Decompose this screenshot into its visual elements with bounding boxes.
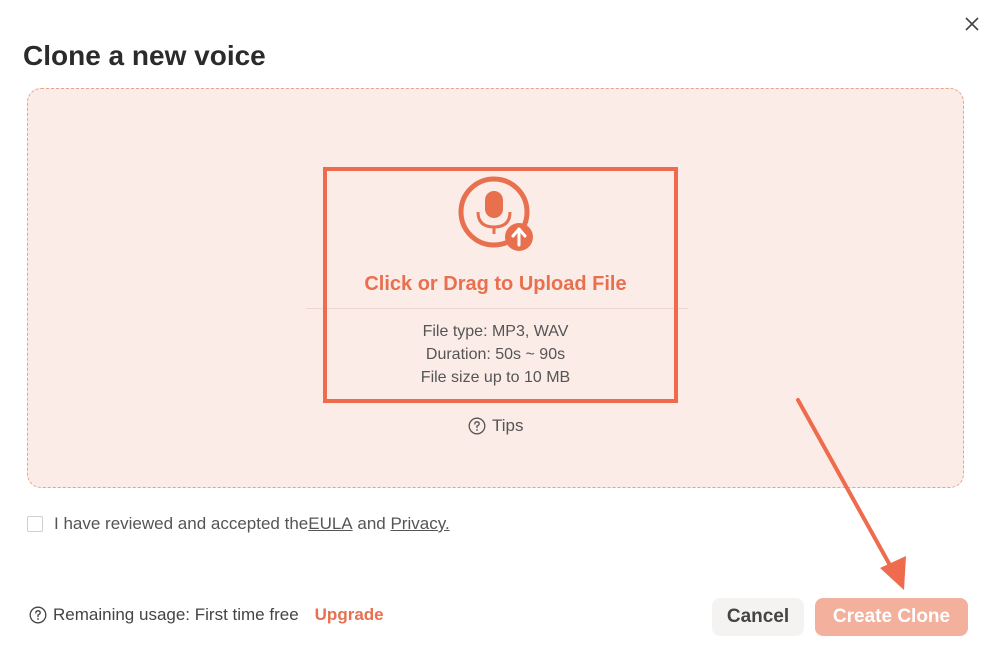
agreement-checkbox[interactable]: [27, 516, 43, 532]
agreement-row: I have reviewed and accepted the EULA an…: [27, 514, 450, 534]
annotation-highlight-box: [323, 167, 678, 403]
clone-voice-dialog: Clone a new voice Click or Drag to Uploa…: [0, 0, 998, 660]
dialog-title: Clone a new voice: [23, 40, 266, 71]
create-clone-button[interactable]: Create Clone: [815, 598, 968, 636]
remaining-usage-text: Remaining usage: First time free: [53, 605, 299, 624]
eula-link[interactable]: EULA: [308, 514, 352, 534]
close-icon: [965, 17, 979, 31]
upload-dropzone[interactable]: Click or Drag to Upload File File type: …: [27, 88, 964, 488]
usage-row: Remaining usage: First time free Upgrade: [29, 605, 384, 625]
upgrade-link[interactable]: Upgrade: [315, 605, 384, 625]
close-button[interactable]: [958, 10, 986, 38]
agreement-text: I have reviewed and accepted the: [54, 514, 309, 533]
tips-label: Tips: [492, 416, 524, 435]
cancel-button[interactable]: Cancel: [712, 598, 804, 636]
privacy-link[interactable]: Privacy.: [390, 514, 449, 534]
agreement-and: and: [352, 514, 391, 533]
question-circle-icon: [29, 606, 47, 624]
question-circle-icon: [468, 417, 486, 435]
tips-link[interactable]: Tips: [468, 416, 524, 436]
